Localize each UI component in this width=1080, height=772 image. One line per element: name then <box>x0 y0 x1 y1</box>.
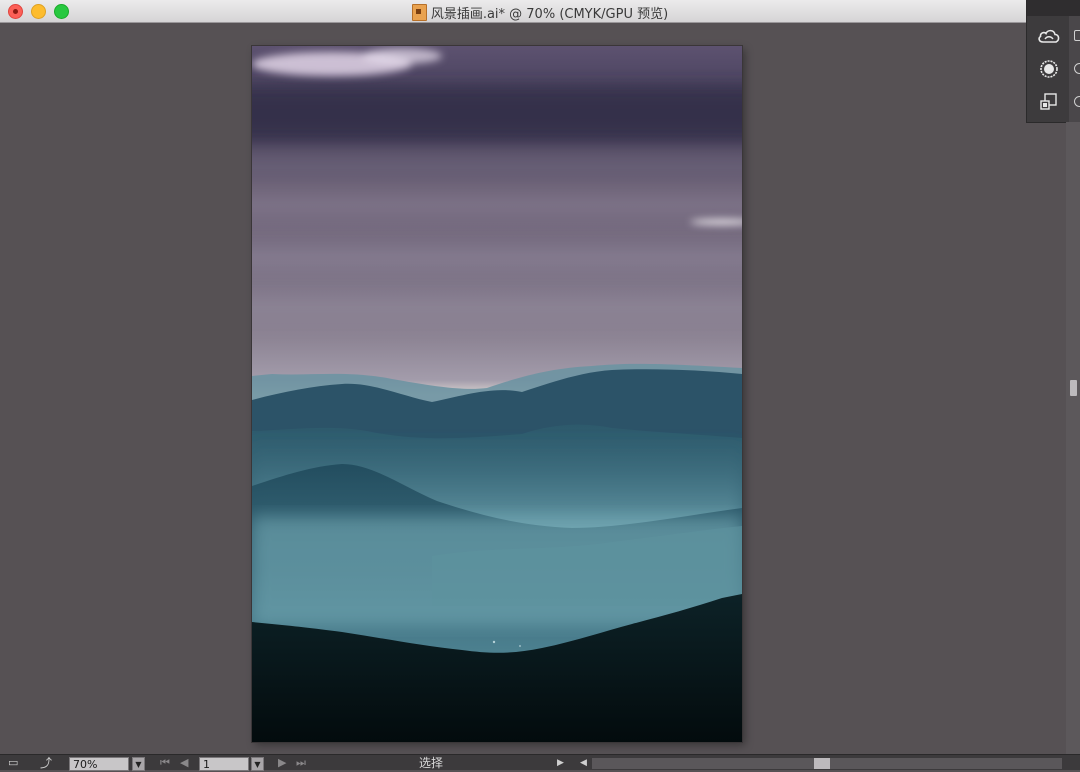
next-artboard-icon[interactable]: ▶ <box>278 757 286 769</box>
horizontal-scroll-thumb[interactable] <box>814 758 830 769</box>
last-artboard-icon[interactable]: ⏭ <box>296 757 306 769</box>
artboards-icon[interactable] <box>1037 90 1061 114</box>
landscape-illustration <box>252 46 742 742</box>
current-tool-label: 选择 <box>419 756 444 770</box>
first-artboard-icon[interactable]: ⏮ <box>160 757 170 769</box>
ai-document-icon <box>411 4 427 21</box>
panel-mini-icon[interactable] <box>1074 96 1080 107</box>
panel-mini-icon[interactable] <box>1074 30 1080 41</box>
vertical-scroll-thumb[interactable] <box>1070 380 1077 396</box>
scroll-left-icon[interactable]: ◀ <box>580 757 587 769</box>
panel-mini-icon[interactable] <box>1074 63 1080 74</box>
window-title-container: 风景插画.ai* @ 70% (CMYK/GPU 预览) <box>0 3 1080 22</box>
vertical-scrollbar[interactable] <box>1066 122 1080 754</box>
status-menu-arrow-icon[interactable]: ▶ <box>557 757 564 769</box>
rotate-view-icon[interactable]: ⤴ <box>40 757 52 769</box>
window-title: 风景插画.ai* @ 70% (CMYK/GPU 预览) <box>430 7 669 22</box>
title-bar: 风景插画.ai* @ 70% (CMYK/GPU 预览) <box>0 0 1080 23</box>
previous-artboard-icon[interactable]: ◀ <box>180 757 188 769</box>
horizontal-scrollbar[interactable] <box>592 758 1062 769</box>
creative-cloud-libraries-icon[interactable] <box>1037 24 1061 48</box>
color-wheel-icon[interactable] <box>1037 57 1061 81</box>
artboard-nav-icon[interactable]: ▭ <box>8 757 18 769</box>
floating-tool-panel <box>1026 0 1080 123</box>
panel-secondary-column <box>1069 16 1080 122</box>
status-bar: ▭ ⤴ 70% ▼ ⏮ ◀ 1 ▼ ▶ ⏭ 选择 ▶ ◀ <box>0 754 1080 771</box>
artboard[interactable] <box>252 46 742 742</box>
panel-header[interactable] <box>1027 0 1080 16</box>
